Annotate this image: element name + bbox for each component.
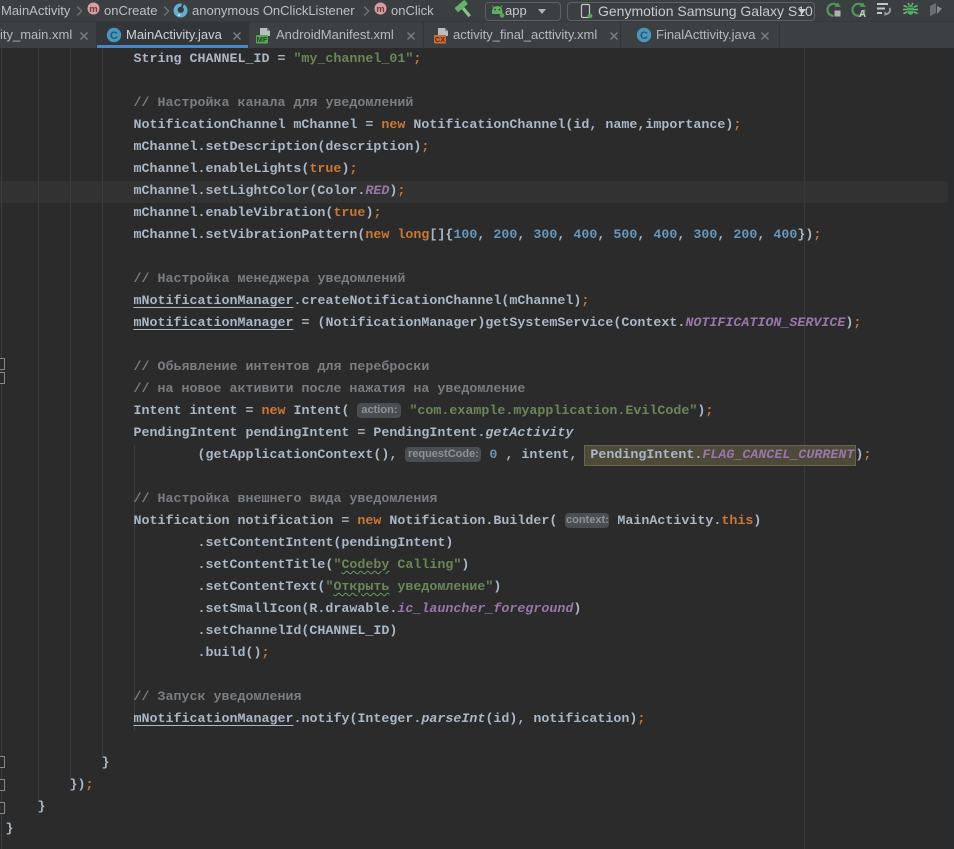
svg-text:MF: MF: [257, 35, 268, 44]
svg-text:C: C: [640, 30, 648, 42]
svg-text:m: m: [89, 4, 97, 15]
svg-text:m: m: [376, 4, 384, 15]
svg-text:A: A: [859, 9, 866, 18]
svg-text:CX: CX: [435, 35, 445, 44]
svg-text:C: C: [110, 30, 118, 42]
